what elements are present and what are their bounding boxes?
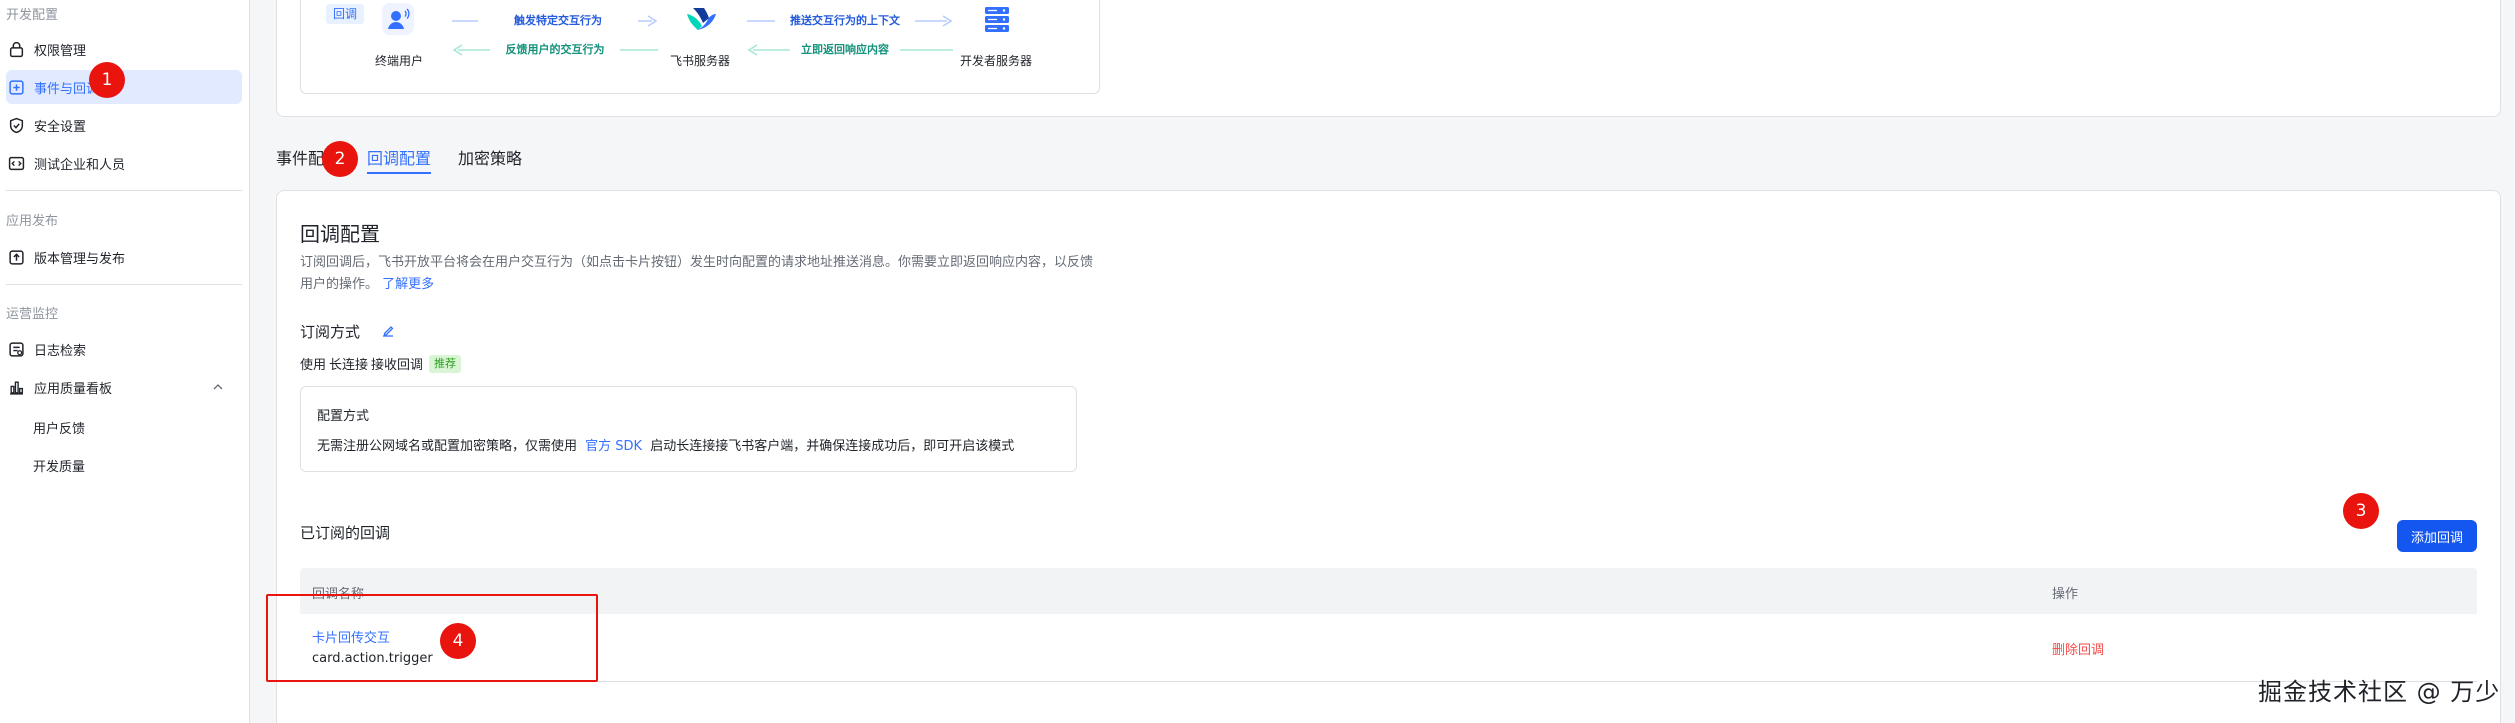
sidebar-group-dev-config: 开发配置: [6, 8, 59, 23]
log-icon: [8, 341, 25, 358]
sidebar-item-security[interactable]: 安全设置: [6, 108, 242, 142]
config-box: [300, 386, 1077, 472]
code-icon: [8, 155, 25, 172]
column-header-action: 操作: [2052, 587, 2079, 602]
annotation-badge-3: 3: [2343, 493, 2379, 529]
sidebar-item-quality-dashboard[interactable]: 应用质量看板: [6, 370, 242, 404]
arrow-label-return: 立即返回响应内容: [790, 41, 900, 57]
sidebar-group-ops-monitor: 运营监控: [6, 307, 59, 322]
config-box-text: 无需注册公网域名或配置加密策略，仅需使用 官方 SDK 启动长连接接飞书客户端，…: [317, 435, 1014, 454]
use-prefix: 使用: [300, 358, 327, 373]
event-icon: [8, 79, 25, 96]
tab-active-indicator: [367, 172, 431, 174]
sidebar-item-label: 测试企业和人员: [34, 157, 126, 173]
sidebar-group-app-release: 应用发布: [6, 214, 59, 229]
arrow-label-feedback: 反馈用户的交互行为: [490, 41, 620, 57]
page-title: 回调配置: [300, 222, 380, 246]
user-icon: [382, 3, 414, 35]
table-header: [300, 568, 2477, 614]
sidebar-subitem-user-feedback[interactable]: 用户反馈: [33, 418, 85, 437]
table-row: [300, 614, 2477, 682]
subscribe-mode-line: 使用 长连接 接收回调 推荐: [300, 354, 462, 373]
arrow-label-push-context: 推送交互行为的上下文: [775, 12, 915, 28]
annotation-badge-1: 1: [89, 62, 125, 98]
sidebar-divider: [6, 190, 242, 191]
annotation-badge-2: 2: [322, 141, 358, 177]
chevron-up-icon[interactable]: [212, 381, 224, 393]
sidebar-divider: [6, 284, 242, 285]
learn-more-link[interactable]: 了解更多: [382, 277, 434, 292]
sidebar-item-test-enterprise[interactable]: 测试企业和人员: [6, 146, 242, 180]
delete-callback-link[interactable]: 删除回调: [2052, 639, 2104, 658]
feishu-logo-icon: [687, 8, 716, 30]
end-user-label: 终端用户: [375, 54, 424, 68]
lock-icon: [8, 41, 25, 58]
sidebar-item-permissions[interactable]: 权限管理: [6, 32, 242, 66]
subscribe-mode-title: 订阅方式: [300, 323, 361, 341]
tab-encryption[interactable]: 加密策略: [458, 145, 522, 169]
feishu-server-label: 飞书服务器: [670, 54, 731, 68]
bar-chart-icon: [8, 379, 25, 396]
use-suffix: 接收回调: [371, 358, 424, 373]
sidebar-item-label: 日志检索: [34, 343, 87, 359]
sidebar-item-label: 安全设置: [34, 119, 87, 135]
callback-description: 订阅回调后，飞书开放平台将会在用户交互行为（如点击卡片按钮）发生时向配置的请求地…: [300, 252, 1100, 296]
callback-tag: 回调: [326, 4, 365, 24]
sidebar-item-label: 权限管理: [34, 43, 87, 59]
dev-server-label: 开发者服务器: [960, 54, 1033, 68]
server-icon: [985, 7, 1009, 32]
sidebar-item-log-search[interactable]: 日志检索: [6, 332, 242, 366]
add-callback-button[interactable]: 添加回调: [2397, 520, 2477, 552]
subscribed-callbacks-title: 已订阅的回调: [300, 524, 391, 542]
upload-icon: [8, 249, 25, 266]
sidebar-item-label: 应用质量看板: [34, 381, 113, 397]
annotation-highlight-box: [266, 594, 598, 682]
sidebar-item-version-release[interactable]: 版本管理与发布: [6, 240, 242, 274]
watermark: 掘金技术社区 @ 万少: [2258, 678, 2501, 706]
mode-name: 长连接: [329, 358, 369, 373]
sdk-link[interactable]: 官方 SDK: [585, 439, 642, 454]
config-text-after: 启动长连接接飞书客户端，并确保连接成功后，即可开启该模式: [650, 439, 1015, 454]
sidebar: 开发配置 权限管理 事件与回调 安全设置 测试企业和人员 应用发布 版本管理与发…: [0, 0, 250, 723]
sidebar-item-label: 版本管理与发布: [34, 251, 126, 267]
tab-callback-config[interactable]: 回调配置: [367, 145, 431, 169]
shield-icon: [8, 117, 25, 134]
config-box-title: 配置方式: [317, 409, 370, 424]
edit-icon[interactable]: [380, 323, 396, 339]
arrow-label-trigger: 触发特定交互行为: [478, 12, 638, 28]
recommend-tag: 推荐: [429, 354, 462, 373]
sidebar-subitem-dev-quality[interactable]: 开发质量: [33, 456, 85, 475]
config-text-before: 无需注册公网域名或配置加密策略，仅需使用: [317, 439, 578, 454]
